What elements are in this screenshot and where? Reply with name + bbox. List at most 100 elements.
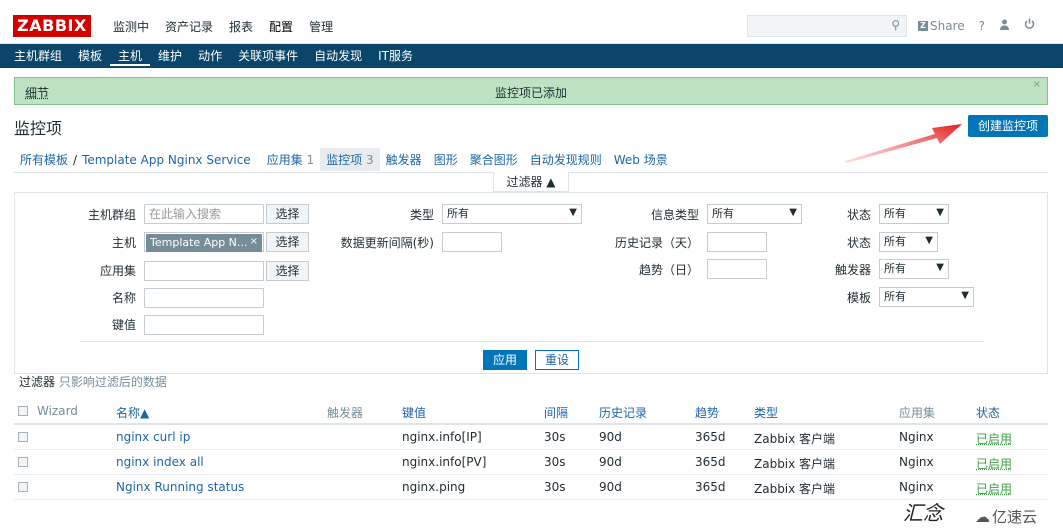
trends-input[interactable] <box>707 259 767 279</box>
power-icon[interactable] <box>1024 18 1035 33</box>
template-tabs: 所有模板 / Template App Nginx Service 应用集 1 … <box>14 147 1048 173</box>
key-input[interactable] <box>144 315 264 335</box>
header-key[interactable]: 键值 <box>402 404 426 421</box>
top-header: ZABBIX 监测中 资产记录 报表 配置 管理 ⚲ Z Share ? <box>0 0 1063 44</box>
status-select-2-value: 所有 <box>884 235 906 248</box>
header-type[interactable]: 类型 <box>754 404 778 421</box>
item-name-link[interactable]: nginx index all <box>116 455 204 469</box>
item-interval: 30s <box>544 455 566 469</box>
create-item-button[interactable]: 创建监控项 <box>968 115 1048 137</box>
info-type-select[interactable]: 所有 ▼ <box>707 204 802 224</box>
dropdown-arrow-icon: ▼ <box>789 207 797 218</box>
user-icon[interactable] <box>999 19 1010 33</box>
trends-label: 趋势（日） <box>638 263 699 277</box>
status-label-2: 状态 <box>846 236 871 250</box>
tab-items[interactable]: 监控项 3 <box>320 148 380 171</box>
item-type: Zabbix 客户端 <box>754 432 836 446</box>
tab-web-scenarios[interactable]: Web 场景 <box>608 151 674 168</box>
item-key: nginx.info[PV] <box>402 455 487 469</box>
select-all-checkbox[interactable] <box>18 406 28 416</box>
menu-configuration[interactable]: 配置 <box>261 18 301 36</box>
row-checkbox[interactable] <box>18 482 28 492</box>
share-link[interactable]: Z Share <box>918 19 965 33</box>
share-label: Share <box>930 18 965 33</box>
host-group-input[interactable]: 在此输入搜索 <box>144 204 264 224</box>
application-label: 应用集 <box>99 264 136 278</box>
status-select-2[interactable]: 所有 ▼ <box>879 232 938 252</box>
tab-triggers[interactable]: 触发器 <box>380 151 428 168</box>
host-label: 主机 <box>111 236 136 250</box>
subnav-correlation[interactable]: 关联项事件 <box>230 48 306 66</box>
host-select-button[interactable]: 选择 <box>266 232 309 252</box>
menu-monitoring[interactable]: 监测中 <box>105 18 157 36</box>
item-type: Zabbix 客户端 <box>754 482 836 496</box>
host-chip[interactable]: Template App N... × <box>146 234 262 252</box>
subnav-discovery[interactable]: 自动发现 <box>306 48 370 66</box>
item-trends: 365d <box>695 430 726 444</box>
item-name-link[interactable]: nginx curl ip <box>116 430 190 444</box>
subnav-actions[interactable]: 动作 <box>190 48 230 66</box>
menu-administration[interactable]: 管理 <box>301 18 341 36</box>
message-text: 监控项已添加 <box>494 86 567 100</box>
subnav-templates[interactable]: 模板 <box>70 48 110 66</box>
subnav-hosts[interactable]: 主机 <box>110 48 151 66</box>
item-status-toggle[interactable]: 已启用 <box>976 430 1012 447</box>
template-select-value: 所有 <box>884 290 906 303</box>
application-input[interactable] <box>144 261 264 281</box>
info-type-select-value: 所有 <box>712 207 734 220</box>
watermark-brand: ☁ 亿速云 <box>975 506 1037 527</box>
header-wizard: Wizard <box>37 404 78 418</box>
row-checkbox[interactable] <box>18 457 28 467</box>
application-select-button[interactable]: 选择 <box>266 261 309 281</box>
close-icon[interactable]: × <box>1033 79 1041 90</box>
header-history[interactable]: 历史记录 <box>599 404 647 421</box>
item-status-toggle[interactable]: 已启用 <box>976 480 1012 497</box>
host-chip-label: Template App N... <box>150 236 248 249</box>
breadcrumb-all-templates[interactable]: 所有模板 <box>14 151 72 168</box>
triggers-select[interactable]: 所有 ▼ <box>879 259 949 279</box>
search-icon[interactable]: ⚲ <box>891 18 900 32</box>
type-select[interactable]: 所有 ▼ <box>442 204 582 224</box>
header-name[interactable]: 名称▲ <box>116 404 149 421</box>
status-select-1[interactable]: 所有 ▼ <box>879 204 949 224</box>
row-checkbox[interactable] <box>18 432 28 442</box>
breadcrumb-template[interactable]: Template App Nginx Service <box>78 153 257 167</box>
interval-input[interactable] <box>442 232 502 252</box>
remove-icon[interactable]: × <box>250 234 258 250</box>
tab-screens[interactable]: 聚合图形 <box>464 151 524 168</box>
dropdown-arrow-icon: ▼ <box>961 290 969 301</box>
host-group-select-button[interactable]: 选择 <box>266 204 309 224</box>
item-key: nginx.info[IP] <box>402 430 482 444</box>
host-group-label: 主机群组 <box>87 208 136 222</box>
tab-discovery-rules[interactable]: 自动发现规则 <box>524 151 608 168</box>
zabbix-logo[interactable]: ZABBIX <box>13 15 91 37</box>
subnav-host-groups[interactable]: 主机群组 <box>6 48 70 66</box>
history-input[interactable] <box>707 232 767 252</box>
type-select-value: 所有 <box>447 207 469 220</box>
help-icon[interactable]: ? <box>979 19 985 33</box>
filter-toggle-button[interactable]: 过滤器 ▲ <box>493 172 569 192</box>
type-label: 类型 <box>409 208 434 222</box>
item-status-toggle[interactable]: 已启用 <box>976 455 1012 472</box>
item-history: 90d <box>599 430 622 444</box>
main-menu: 监测中 资产记录 报表 配置 管理 <box>105 18 341 36</box>
subnav-maintenance[interactable]: 维护 <box>150 48 190 66</box>
tab-graphs[interactable]: 图形 <box>428 151 464 168</box>
search-input[interactable]: ⚲ <box>747 15 907 37</box>
subnav-it-services-label[interactable]: IT服务 <box>370 48 421 66</box>
tab-applications[interactable]: 应用集 1 <box>257 151 320 168</box>
menu-reports[interactable]: 报表 <box>221 18 261 36</box>
item-name-link[interactable]: Nginx Running status <box>116 480 244 494</box>
menu-inventory[interactable]: 资产记录 <box>157 18 221 36</box>
apply-button[interactable]: 应用 <box>483 350 527 370</box>
template-select[interactable]: 所有 ▼ <box>879 287 974 307</box>
dropdown-arrow-icon: ▼ <box>925 235 933 246</box>
header-trends[interactable]: 趋势 <box>695 404 719 421</box>
page-title: 监控项 <box>14 119 63 138</box>
header-applications: 应用集 <box>899 406 936 420</box>
header-interval[interactable]: 间隔 <box>544 404 568 421</box>
header-status[interactable]: 状态 <box>976 404 1000 421</box>
sub-navigation: 主机群组 模板 主机 维护 动作 关联项事件 自动发现 自动发现 IT服务 <box>0 44 1063 68</box>
name-input[interactable] <box>144 288 264 308</box>
reset-button[interactable]: 重设 <box>535 350 579 370</box>
